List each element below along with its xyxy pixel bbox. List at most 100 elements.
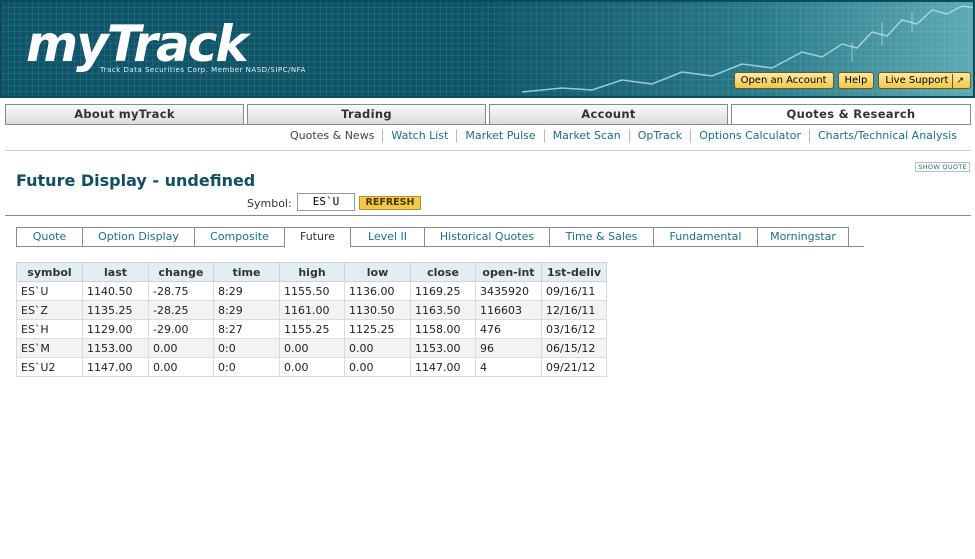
cell-last: 1147.00 (82, 357, 149, 377)
symbol-input[interactable]: ES`U (297, 193, 355, 211)
cell-symbol[interactable]: ES`M (16, 338, 83, 358)
cell-low: 1136.00 (344, 281, 411, 301)
col-close[interactable]: close (410, 262, 476, 282)
cell-1st-deliv: 06/15/12 (541, 338, 607, 358)
cell-time: 0:0 (213, 338, 280, 358)
cell-time: 8:27 (213, 319, 280, 339)
subnav-market-pulse[interactable]: Market Pulse (456, 129, 543, 143)
mytrack-logo: myTrack (26, 15, 249, 73)
cell-change: -28.75 (148, 281, 214, 301)
table-row: ES`M 1153.00 0.00 0:0 0.00 0.00 1153.00 … (16, 338, 607, 358)
tab-strip-filler (848, 227, 864, 247)
col-time[interactable]: time (213, 262, 280, 282)
col-open-int[interactable]: open-int (475, 262, 542, 282)
tab-future[interactable]: Future (284, 227, 350, 248)
logo-subtitle: Track Data Securities Corp. Member NASD/… (100, 66, 306, 74)
tab-option-display[interactable]: Option Display (82, 227, 194, 247)
subnav-divider (5, 150, 971, 151)
cell-1st-deliv: 09/16/11 (541, 281, 607, 301)
cell-open-int: 96 (475, 338, 542, 358)
col-change[interactable]: change (148, 262, 214, 282)
open-account-button[interactable]: Open an Account (733, 72, 834, 89)
cell-low: 1130.50 (344, 300, 411, 320)
cell-close: 1153.00 (410, 338, 476, 358)
live-support-button[interactable]: Live Support ↗ (878, 72, 971, 89)
header-banner: myTrack Track Data Securities Corp. Memb… (0, 0, 975, 98)
subnav-charts-technical-analysis[interactable]: Charts/Technical Analysis (809, 129, 965, 143)
tab-quote[interactable]: Quote (16, 227, 82, 247)
cell-1st-deliv: 03/16/12 (541, 319, 607, 339)
table-row: ES`Z 1135.25 -28.25 8:29 1161.00 1130.50… (16, 300, 607, 320)
show-quote-button[interactable]: SHOW QUOTE (915, 162, 970, 172)
col-last[interactable]: last (82, 262, 149, 282)
tab-historical-quotes[interactable]: Historical Quotes (424, 227, 549, 247)
cell-change: -28.25 (148, 300, 214, 320)
cell-change: -29.00 (148, 319, 214, 339)
cell-high: 1161.00 (279, 300, 345, 320)
cell-open-int: 116603 (475, 300, 542, 320)
tab-quotes-research[interactable]: Quotes & Research (731, 104, 971, 125)
refresh-button[interactable]: REFRESH (359, 196, 421, 210)
cell-time: 8:29 (213, 300, 280, 320)
live-support-label: Live Support (885, 75, 949, 86)
help-button[interactable]: Help (837, 72, 875, 89)
col-low[interactable]: low (344, 262, 411, 282)
cell-high: 1155.50 (279, 281, 345, 301)
cell-close: 1158.00 (410, 319, 476, 339)
subnav-market-scan[interactable]: Market Scan (543, 129, 629, 143)
cell-symbol[interactable]: ES`Z (16, 300, 83, 320)
cell-last: 1129.00 (82, 319, 149, 339)
subnav-quotes-news[interactable]: Quotes & News (282, 129, 382, 143)
cell-high: 1155.25 (279, 319, 345, 339)
tab-composite[interactable]: Composite (194, 227, 284, 247)
cell-time: 8:29 (213, 281, 280, 301)
tab-about-mytrack[interactable]: About myTrack (5, 104, 244, 125)
sub-nav: Quotes & News Watch List Market Pulse Ma… (282, 129, 965, 143)
page-title: Future Display - undefined (16, 171, 256, 190)
cell-last: 1135.25 (82, 300, 149, 320)
cell-symbol[interactable]: ES`H (16, 319, 83, 339)
cell-high: 0.00 (279, 338, 345, 358)
col-symbol[interactable]: symbol (16, 262, 83, 282)
tab-divider (5, 124, 971, 125)
cell-1st-deliv: 12/16/11 (541, 300, 607, 320)
cell-low: 0.00 (344, 338, 411, 358)
col-1st-deliv[interactable]: 1st-deliv (541, 262, 607, 282)
quote-tabs: Quote Option Display Composite Future Le… (16, 227, 864, 248)
tab-account[interactable]: Account (489, 104, 728, 125)
col-high[interactable]: high (279, 262, 345, 282)
subnav-watch-list[interactable]: Watch List (382, 129, 456, 143)
symbol-label: Symbol: (247, 197, 292, 210)
cell-open-int: 4 (475, 357, 542, 377)
cell-open-int: 476 (475, 319, 542, 339)
cell-close: 1169.25 (410, 281, 476, 301)
tab-trading[interactable]: Trading (247, 104, 486, 125)
futures-table: symbol last change time high low close o… (16, 262, 607, 377)
table-header-row: symbol last change time high low close o… (16, 262, 607, 282)
cell-change: 0.00 (148, 357, 214, 377)
cell-high: 0.00 (279, 357, 345, 377)
tab-morningstar[interactable]: Morningstar (757, 227, 848, 247)
cell-change: 0.00 (148, 338, 214, 358)
subnav-optrack[interactable]: OpTrack (628, 129, 690, 143)
cell-low: 1125.25 (344, 319, 411, 339)
content-divider (5, 215, 971, 216)
cell-1st-deliv: 09/21/12 (541, 357, 607, 377)
cell-time: 0:0 (213, 357, 280, 377)
cell-close: 1163.50 (410, 300, 476, 320)
cell-close: 1147.00 (410, 357, 476, 377)
cell-symbol[interactable]: ES`U2 (16, 357, 83, 377)
external-link-icon: ↗ (952, 74, 964, 89)
table-row: ES`U2 1147.00 0.00 0:0 0.00 0.00 1147.00… (16, 357, 607, 377)
header-buttons: Open an Account Help Live Support ↗ (733, 72, 971, 89)
subnav-options-calculator[interactable]: Options Calculator (690, 129, 809, 143)
cell-last: 1153.00 (82, 338, 149, 358)
cell-last: 1140.50 (82, 281, 149, 301)
table-row: ES`U 1140.50 -28.75 8:29 1155.50 1136.00… (16, 281, 607, 301)
main-tabs: About myTrack Trading Account Quotes & R… (5, 104, 971, 125)
table-row: ES`H 1129.00 -29.00 8:27 1155.25 1125.25… (16, 319, 607, 339)
cell-symbol[interactable]: ES`U (16, 281, 83, 301)
tab-level-ii[interactable]: Level II (350, 227, 424, 247)
tab-fundamental[interactable]: Fundamental (653, 227, 757, 247)
tab-time-sales[interactable]: Time & Sales (549, 227, 653, 247)
